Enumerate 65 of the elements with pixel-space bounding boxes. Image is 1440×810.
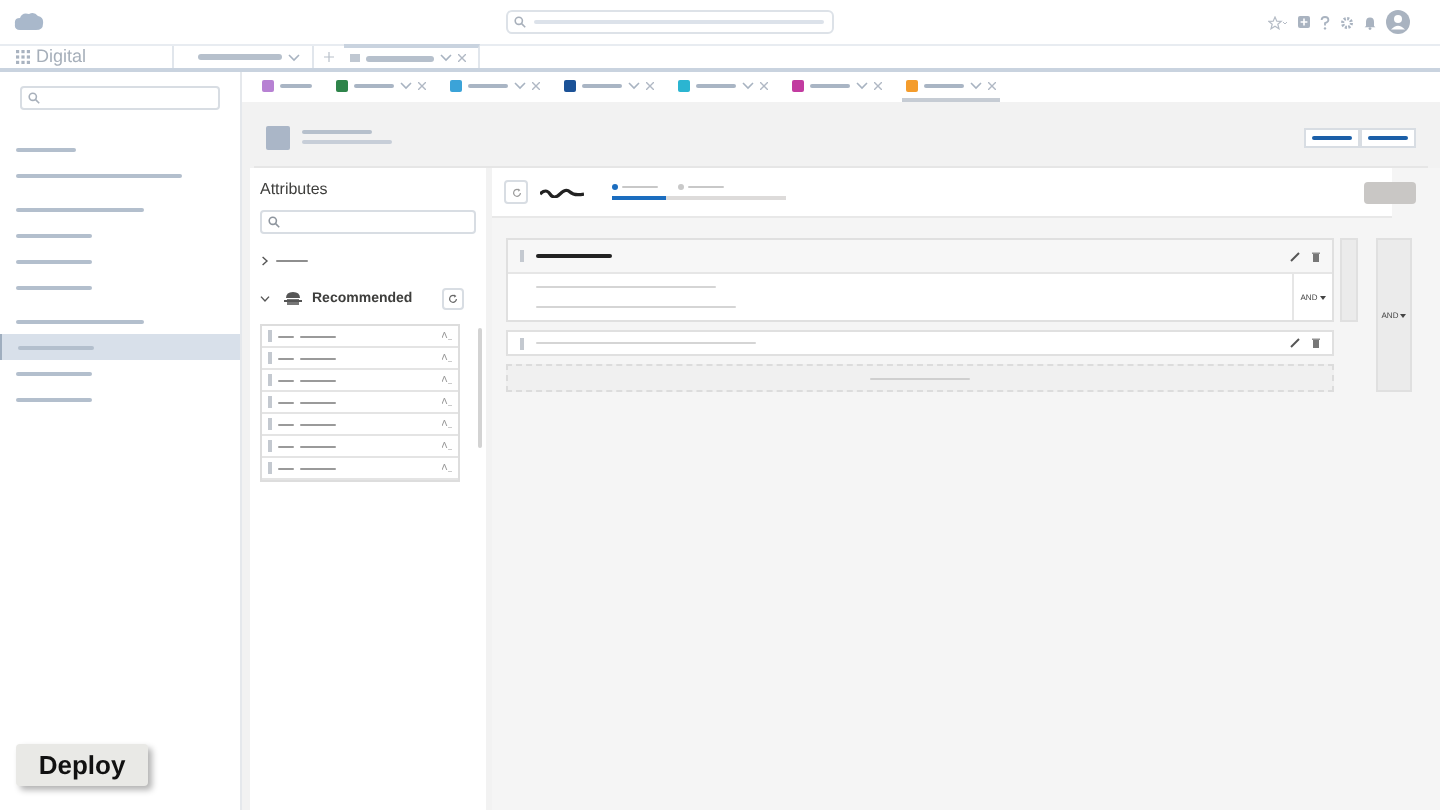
text-type-icon [442, 442, 452, 450]
record-icon [266, 125, 290, 149]
attribute-row[interactable] [262, 392, 458, 414]
attribute-row[interactable] [262, 370, 458, 392]
close-icon[interactable] [988, 81, 996, 89]
chevron-right-icon[interactable] [260, 255, 270, 265]
attribute-row[interactable] [262, 348, 458, 370]
refresh-icon [448, 293, 458, 303]
scribble-icon [540, 187, 584, 197]
search-icon [514, 16, 526, 28]
text-type-icon [442, 464, 452, 472]
search-icon [28, 92, 40, 104]
attribute-row[interactable] [262, 458, 458, 480]
search-icon [268, 216, 280, 228]
text-type-icon [442, 398, 452, 406]
search-field[interactable] [260, 210, 476, 234]
close-icon[interactable] [458, 54, 466, 62]
cloud-logo-icon[interactable] [14, 12, 44, 32]
step-radio[interactable] [678, 184, 684, 190]
delete-icon[interactable] [1312, 251, 1320, 261]
plus-icon[interactable] [324, 52, 334, 62]
app-launcher-icon[interactable] [16, 50, 30, 64]
drag-handle-icon[interactable] [520, 337, 524, 349]
bell-icon[interactable] [1364, 15, 1376, 29]
text-type-icon [442, 354, 452, 362]
scrollbar-thumb[interactable] [478, 328, 482, 448]
close-icon[interactable] [532, 81, 540, 89]
search-field[interactable] [20, 86, 220, 110]
close-icon[interactable] [646, 81, 654, 89]
text-type-icon [442, 332, 452, 340]
star-icon[interactable] [1268, 15, 1288, 29]
refresh-button[interactable] [442, 287, 464, 309]
deploy-button[interactable]: Deploy [16, 744, 148, 786]
close-icon[interactable] [760, 81, 768, 89]
placeholder-bar [366, 55, 434, 61]
close-icon[interactable] [874, 81, 882, 89]
drag-handle-icon[interactable] [520, 250, 524, 262]
caret-icon [1400, 313, 1407, 317]
step-radio[interactable] [612, 184, 618, 190]
header-button[interactable] [1304, 127, 1360, 147]
edit-icon[interactable] [1290, 251, 1300, 261]
help-icon[interactable] [1320, 15, 1330, 29]
refresh-button[interactable] [504, 180, 528, 204]
attribute-row[interactable] [262, 436, 458, 458]
attribute-row[interactable] [262, 414, 458, 436]
close-icon[interactable] [418, 81, 426, 89]
nav-list-item[interactable] [0, 334, 240, 360]
refresh-icon [511, 187, 521, 197]
text-type-icon [442, 376, 452, 384]
delete-icon[interactable] [1312, 338, 1320, 348]
action-button[interactable] [1364, 181, 1416, 203]
search-field[interactable] [506, 10, 834, 34]
panel-title: Attributes [258, 178, 330, 198]
caret-icon [1319, 295, 1326, 299]
avatar-icon[interactable] [1386, 10, 1410, 34]
chevron-down-icon[interactable] [260, 293, 270, 303]
attribute-row[interactable] [262, 326, 458, 348]
app-name: Digital [36, 48, 87, 66]
placeholder-bar [198, 54, 282, 60]
add-icon[interactable] [1298, 16, 1310, 28]
drop-zone[interactable] [506, 364, 1334, 392]
header-button[interactable] [1360, 127, 1416, 147]
edit-icon[interactable] [1290, 338, 1300, 348]
settings-icon[interactable] [1340, 15, 1354, 29]
text-type-icon [442, 420, 452, 428]
